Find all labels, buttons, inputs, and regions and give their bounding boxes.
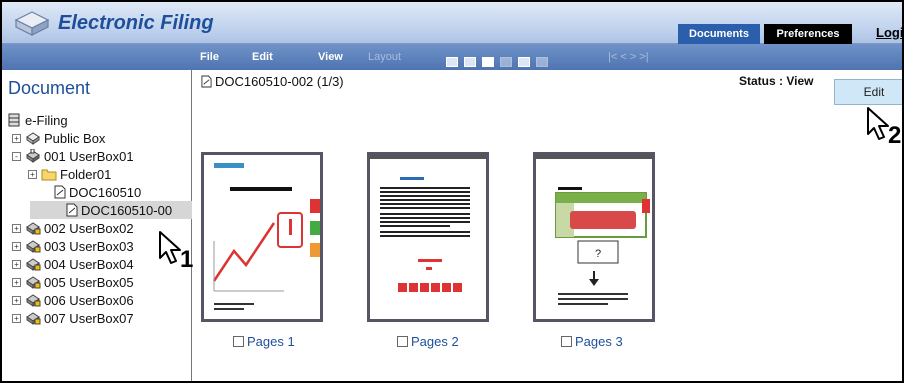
locked-box-icon: [26, 312, 41, 325]
expand-toggle[interactable]: +: [12, 313, 21, 323]
documents-tab-button[interactable]: Documents: [678, 24, 760, 44]
logout-link[interactable]: Logi: [876, 25, 902, 40]
expand-toggle[interactable]: +: [12, 277, 21, 287]
preferences-tab-button[interactable]: Preferences: [764, 24, 852, 44]
tree-item-userbox02[interactable]: + 002 UserBox02: [12, 219, 134, 237]
tree-item-label: DOC160510-00: [81, 202, 173, 218]
document-icon: [66, 203, 78, 217]
header-bar: Electronic Filing Documents Preferences …: [2, 2, 902, 44]
page-1-select[interactable]: Pages 1: [233, 334, 295, 349]
document-icon: [54, 185, 66, 199]
page-2-label: Pages 2: [411, 334, 459, 349]
page-3-preview-icon: ?: [536, 155, 652, 305]
paste-tool-icon[interactable]: [536, 57, 548, 67]
expand-toggle[interactable]: +: [28, 169, 37, 179]
save-tool-icon[interactable]: [464, 57, 476, 67]
locked-box-icon: [26, 294, 41, 307]
status-text: Status : View: [739, 74, 814, 88]
page-3-label: Pages 3: [575, 334, 623, 349]
tree-item-label: 005 UserBox05: [44, 274, 134, 290]
expand-toggle[interactable]: +: [12, 223, 21, 233]
callout-step-1: 1: [180, 246, 194, 273]
tree-item-userbox04[interactable]: + 004 UserBox04: [12, 255, 134, 273]
tree-item-userbox06[interactable]: + 006 UserBox06: [12, 291, 134, 309]
tree-item-label: Public Box: [44, 130, 106, 146]
page-1-label: Pages 1: [247, 334, 295, 349]
tree-item-label: Folder01: [60, 166, 112, 182]
sidebar-header-strip: [2, 44, 192, 70]
page-1-preview-icon: [212, 163, 320, 310]
page-2-select[interactable]: Pages 2: [397, 334, 459, 349]
page-2-checkbox[interactable]: [397, 336, 408, 347]
tree-item-userbox01[interactable]: - 001 UserBox01: [12, 147, 134, 165]
page-1-checkbox[interactable]: [233, 336, 244, 347]
tree-item-public-box[interactable]: + Public Box: [12, 129, 105, 147]
edit-button[interactable]: Edit: [834, 79, 902, 105]
tree-item-folder01[interactable]: + Folder01: [28, 165, 111, 183]
expand-toggle[interactable]: +: [12, 295, 21, 305]
tree-item-userbox03[interactable]: + 003 UserBox03: [12, 237, 134, 255]
page-thumbnail-3[interactable]: ?: [533, 152, 655, 322]
callout-step-2: 2: [888, 122, 902, 149]
user-box-icon: [26, 149, 40, 163]
tree-item-label: 001 UserBox01: [44, 148, 134, 164]
sidebar-heading: Document: [8, 78, 91, 98]
tree-item-doc160510[interactable]: DOC160510: [54, 183, 141, 201]
screenshot-frame: Electronic Filing Documents Preferences …: [0, 0, 904, 383]
copy-tool-icon[interactable]: [518, 57, 530, 67]
tree-item-doc160510-002[interactable]: DOC160510-00: [30, 201, 192, 219]
print-tool-icon[interactable]: [482, 57, 494, 67]
document-title-text: DOC160510-002 (1/3): [215, 74, 344, 89]
tree-item-label: 002 UserBox02: [44, 220, 134, 236]
tree-root-e-filing[interactable]: e-Filing: [6, 111, 68, 129]
move-tool-icon[interactable]: [446, 57, 458, 67]
locked-box-icon: [26, 258, 41, 271]
menu-edit[interactable]: Edit: [252, 51, 273, 63]
menu-layout[interactable]: Layout: [368, 51, 401, 63]
menu-toolbar: File Edit View Layout |< < > >|: [192, 44, 902, 70]
menu-view[interactable]: View: [318, 51, 343, 63]
page-3-select[interactable]: Pages 3: [561, 334, 623, 349]
expand-toggle[interactable]: +: [12, 241, 21, 251]
tree-item-label: 003 UserBox03: [44, 238, 134, 254]
tree-item-label: DOC160510: [69, 184, 142, 200]
page-navigation-icons[interactable]: |< < > >|: [608, 51, 649, 63]
tree-item-userbox05[interactable]: + 005 UserBox05: [12, 273, 134, 291]
public-box-icon: [26, 132, 40, 145]
locked-box-icon: [26, 240, 41, 253]
expand-toggle[interactable]: +: [12, 259, 21, 269]
locked-box-icon: [26, 276, 41, 289]
tree-item-label: 004 UserBox04: [44, 256, 134, 272]
app-title: Electronic Filing: [58, 12, 214, 34]
folder-icon: [41, 169, 57, 181]
document-icon: [201, 75, 212, 88]
page-thumbnail-2[interactable]: [367, 152, 489, 322]
collapse-toggle[interactable]: -: [12, 151, 21, 161]
cut-tool-icon[interactable]: [500, 57, 512, 67]
electronic-filing-logo-icon: [14, 11, 50, 36]
tree-item-userbox07[interactable]: + 007 UserBox07: [12, 309, 134, 327]
tree-item-label: 007 UserBox07: [44, 310, 134, 326]
sidebar: Document e-Filing + Public Box - 001 Use…: [2, 44, 192, 381]
svg-text:?: ?: [595, 248, 601, 260]
expand-toggle[interactable]: +: [12, 133, 21, 143]
document-view: DOC160510-002 (1/3) Status : View Edit P…: [193, 70, 902, 381]
locked-box-icon: [26, 222, 41, 235]
page-2-preview-icon: [370, 155, 486, 292]
page-thumbnail-1[interactable]: [201, 152, 323, 322]
page-3-checkbox[interactable]: [561, 336, 572, 347]
tree-root-label: e-Filing: [25, 112, 68, 128]
cabinet-icon: [8, 113, 20, 127]
tree-item-label: 006 UserBox06: [44, 292, 134, 308]
document-title: DOC160510-002 (1/3): [201, 74, 344, 89]
menu-file[interactable]: File: [200, 51, 219, 63]
